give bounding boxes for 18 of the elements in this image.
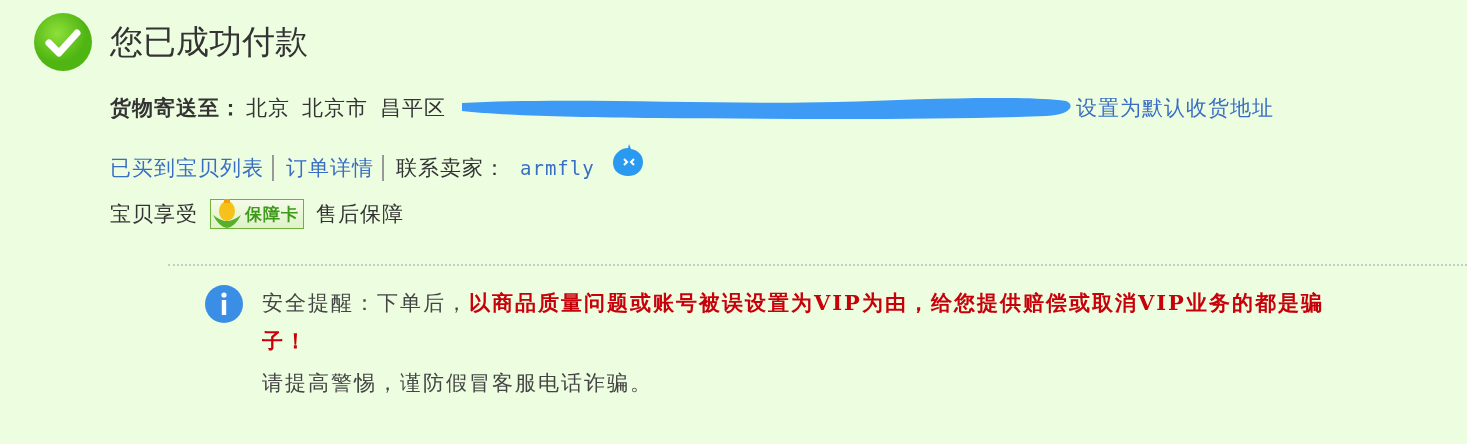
address-text: 昌平区 bbox=[380, 95, 446, 122]
warning-tip-text: 请提高警惕，谨防假冒客服电话诈骗。 bbox=[262, 370, 654, 397]
security-warning-text: 安全提醒：下单后，以商品质量问题或账号被误设置为VIP为由，给您提供赔偿或取消VIP业务的都是骗子！ bbox=[262, 289, 1325, 355]
info-icon bbox=[204, 284, 244, 324]
address-text: 北京 bbox=[246, 95, 290, 122]
page-title: 您已成功付款 bbox=[110, 20, 308, 63]
shipping-label: 货物寄送至： bbox=[110, 94, 242, 122]
success-check-icon bbox=[32, 11, 94, 73]
order-link[interactable]: 已买到宝贝列表 bbox=[110, 154, 264, 182]
address-text: 北京市 bbox=[302, 95, 368, 122]
order-link[interactable]: 订单详情 bbox=[286, 154, 374, 182]
set-default-address-link[interactable]: 设置为默认收货地址 bbox=[1076, 94, 1274, 122]
guarantee-text: 售后保障 bbox=[316, 201, 404, 228]
contact-seller-label: 联系卖家： bbox=[396, 155, 506, 182]
seller-link[interactable]: armfly bbox=[520, 157, 595, 179]
chat-bubble-icon[interactable] bbox=[610, 144, 645, 178]
guarantee-card-badge: 保障卡 bbox=[210, 199, 304, 229]
guarantee-text: 宝贝享受 bbox=[110, 201, 198, 228]
